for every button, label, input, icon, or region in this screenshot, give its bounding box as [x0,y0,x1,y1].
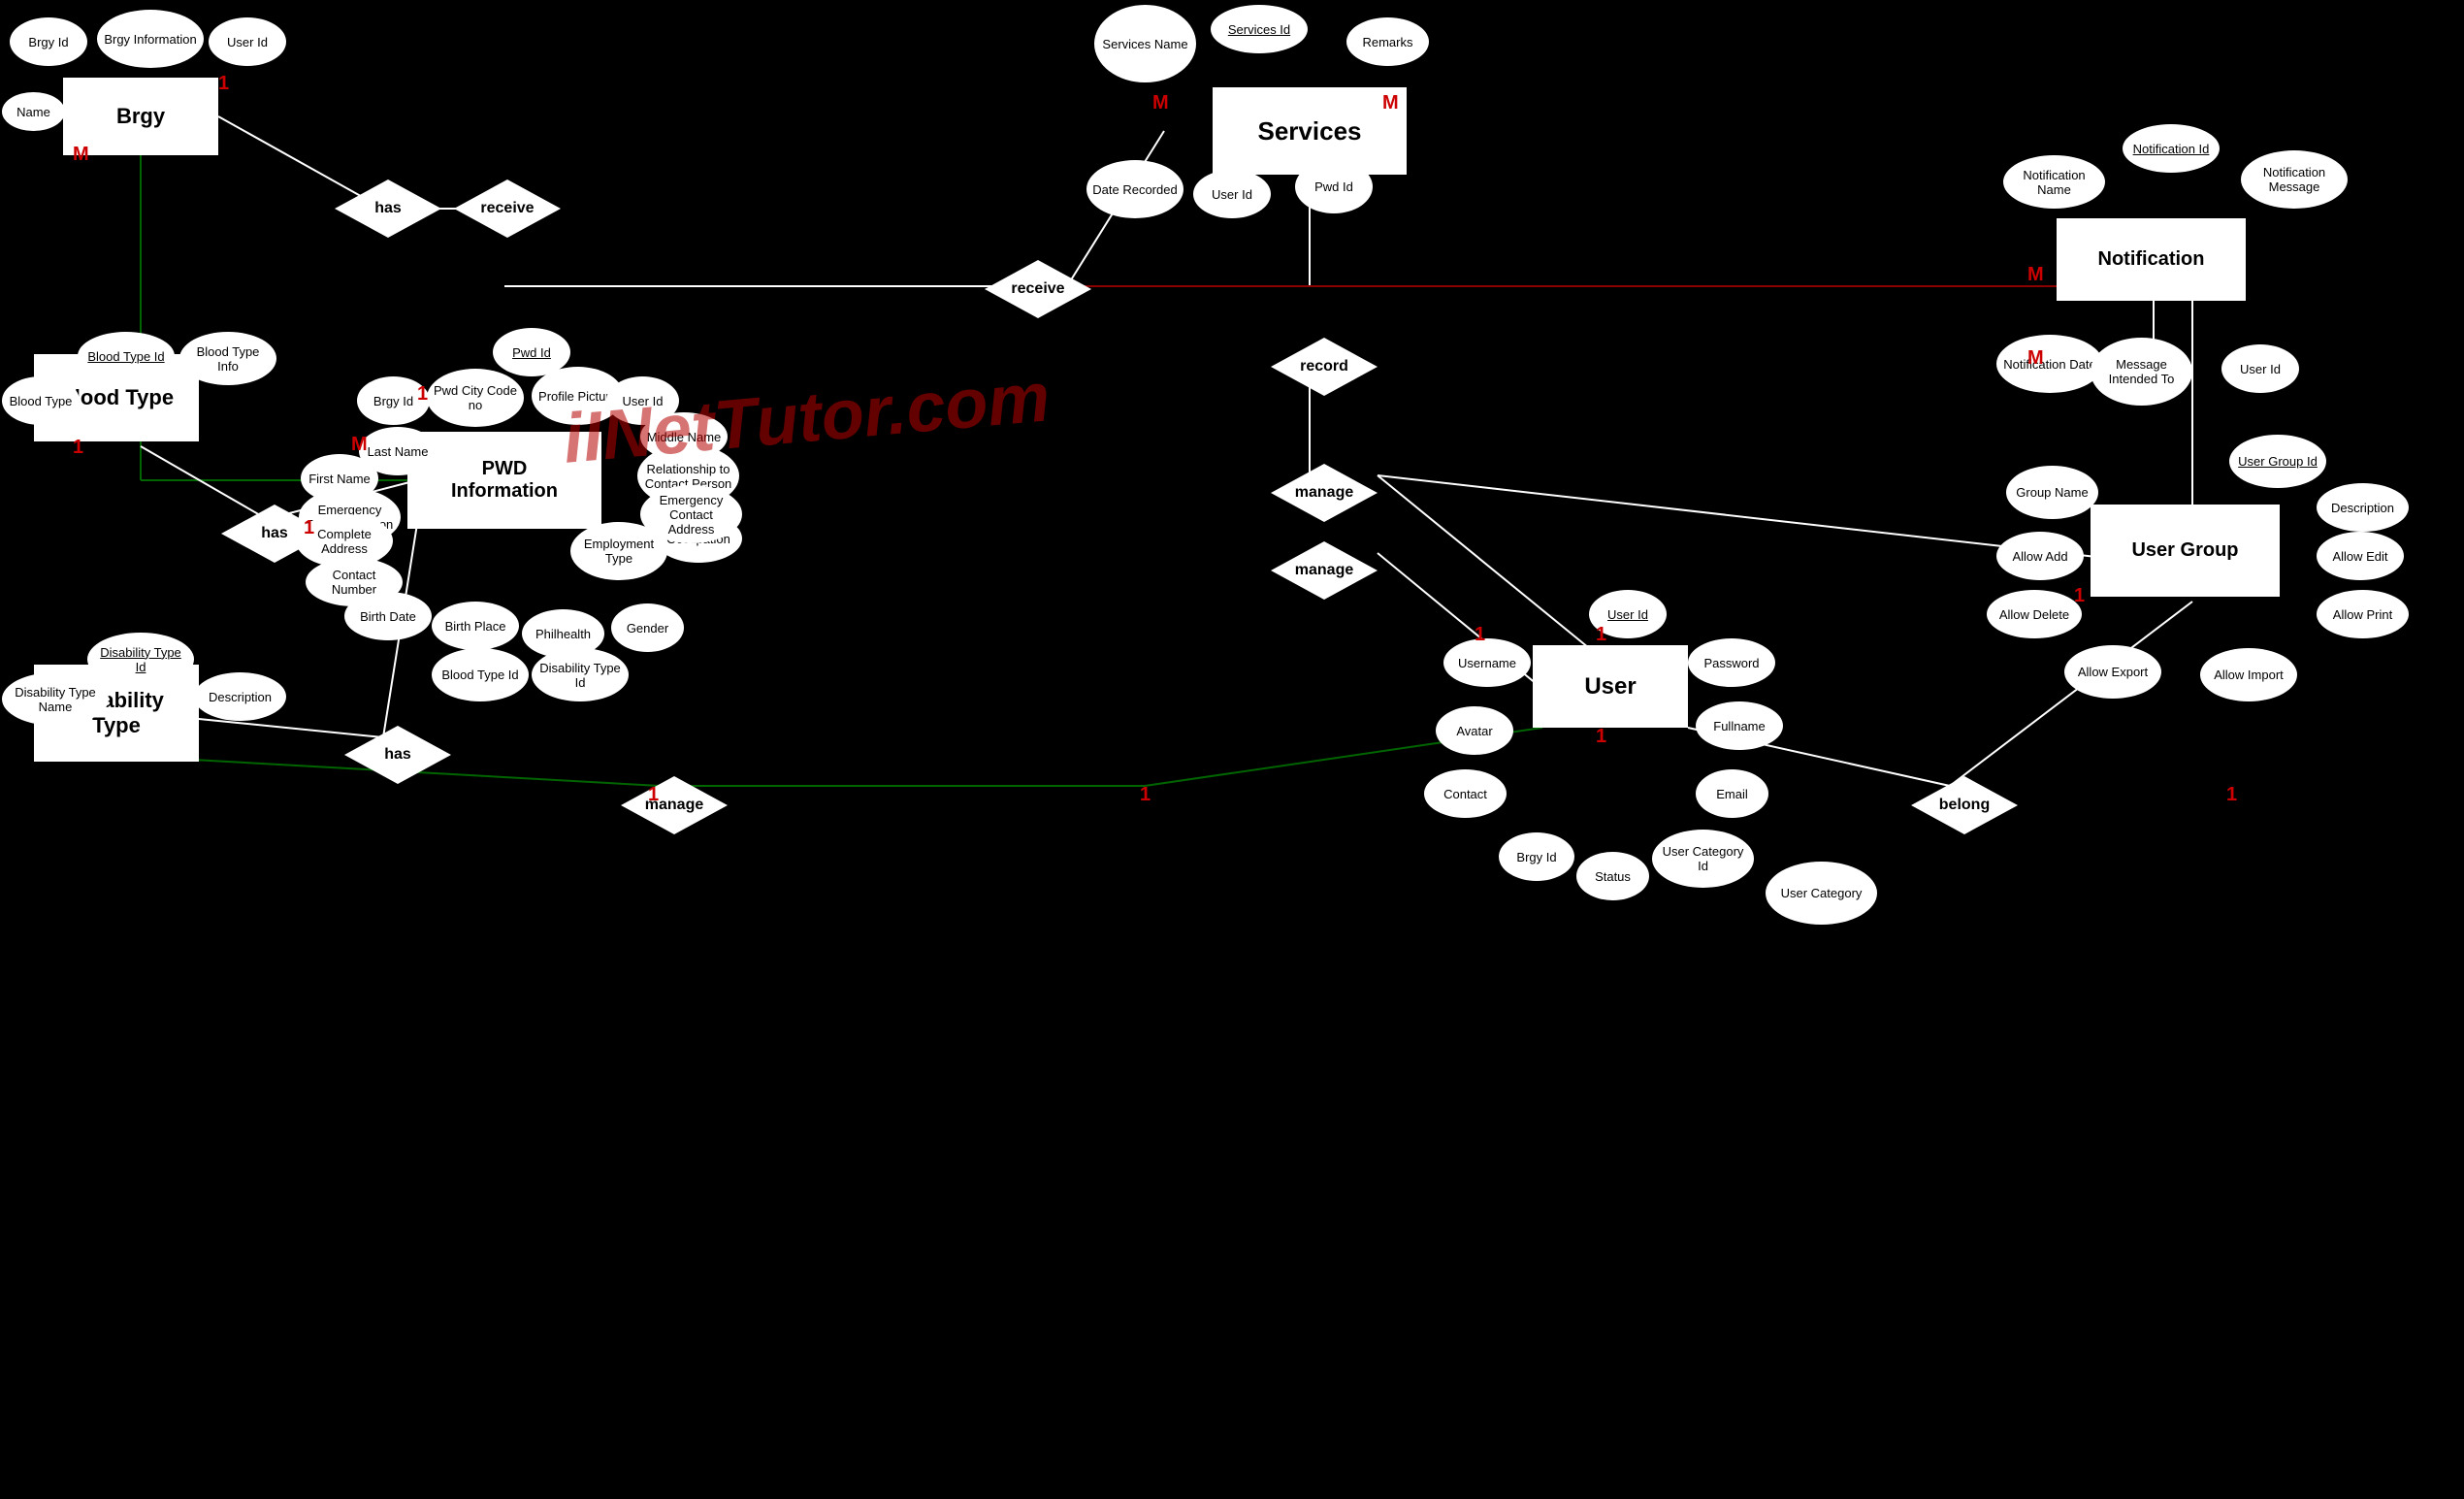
card-user-1a: 1 [1475,624,1485,646]
attr-user-catid: User Category Id [1652,830,1754,888]
attr-pwd-disabilityid: Disability Type Id [532,648,629,701]
attr-user-category: User Category [1766,862,1877,925]
attr-services-name: Services Name [1094,5,1196,82]
attr-user-username: Username [1443,638,1531,687]
attr-notif-name: Notification Name [2003,155,2105,209]
card-bt-1: 1 [73,437,83,459]
attr-brgy-info: Brgy Information [97,10,204,68]
attr-user-password: Password [1688,638,1775,687]
card-pwd-m: M [351,434,368,456]
card-ug-1: 1 [2074,585,2085,607]
attr-ug-allowprint: Allow Print [2317,590,2409,638]
attr-pwd-birthdate: Birth Date [344,592,432,640]
attr-ug-allowimport: Allow Import [2200,648,2297,701]
attr-services-id: Services Id [1211,5,1308,53]
entity-user: User [1533,645,1688,728]
attr-ug-allowexport: Allow Export [2064,645,2161,699]
attr-services-daterecorded: Date Recorded [1086,160,1183,218]
attr-notif-message: Notification Message [2241,150,2348,209]
attr-pwd-birthplace: Birth Place [432,602,519,650]
attr-dt-id: Disability Type Id [87,633,194,686]
attr-services-pwdid: Pwd Id [1295,160,1373,213]
attr-brgy-userid: User Id [209,17,286,66]
attr-dt-description: Description [194,672,286,721]
card-brgy-1: 1 [218,73,229,95]
attr-pwd-citycode: Pwd City Code no [427,369,524,427]
attr-ug-allowedit: Allow Edit [2317,532,2404,580]
attr-notif-userid: User Id [2221,344,2299,393]
attr-user-email: Email [1696,769,1768,818]
attr-brgy-id: Brgy Id [10,17,87,66]
card-user-1b: 1 [1596,624,1606,646]
entity-notification: Notification [2057,218,2246,301]
attr-pwd-bloodtypeid: Blood Type Id [432,648,529,701]
attr-ug-allowdelete: Allow Delete [1987,590,2082,638]
attr-user-fullname: Fullname [1696,701,1783,750]
attr-pwd-emergaddr: Emergency Contact Address [640,485,742,543]
attr-notif-id: Notification Id [2123,124,2220,173]
card-notif-m1: M [2027,264,2044,286]
attr-ug-groupname: Group Name [2006,466,2098,519]
entity-usergroup: User Group [2091,505,2280,597]
card-svc-m1: M [1152,92,1169,114]
card-notif-m2: M [2027,347,2044,370]
attr-dt-typename: Disability Type Name [2,672,109,726]
entity-services: Services [1213,87,1407,175]
attr-ug-groupid: User Group Id [2229,435,2326,488]
card-svc-m2: M [1382,92,1399,114]
attr-bt-info: Blood Type Info [179,332,276,385]
card-pwd-1: 1 [417,383,428,406]
attr-user-contact: Contact [1424,769,1507,818]
attr-bt-type: Blood Type [2,376,80,425]
card-manage-1: 1 [648,784,659,806]
attr-pwd-gender: Gender [611,603,684,652]
card-brgy-m: M [73,144,89,166]
attr-user-brgyid: Brgy Id [1499,832,1574,881]
attr-ug-description: Description [2317,483,2409,532]
attr-notif-intended: Message Intended To [2091,338,2192,406]
attr-services-userid: User Id [1193,170,1271,218]
card-has2-1: 1 [304,517,314,539]
card-manage-1b: 1 [1140,784,1151,806]
attr-brgy-name: Name [2,92,65,131]
attr-bt-id: Blood Type Id [78,332,175,380]
attr-services-remarks: Remarks [1346,17,1429,66]
card-ug-1b: 1 [2226,784,2237,806]
entity-pwd: PWDInformation [407,432,601,529]
attr-user-avatar: Avatar [1436,706,1513,755]
attr-ug-allowadd: Allow Add [1996,532,2084,580]
attr-notif-date: Notification Date [1996,335,2103,393]
attr-user-status: Status [1576,852,1649,900]
card-user-1c: 1 [1596,726,1606,748]
